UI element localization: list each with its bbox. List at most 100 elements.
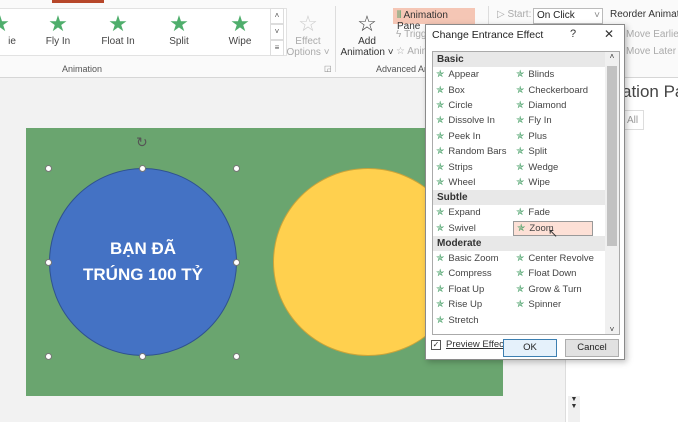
effect-label: Wheel bbox=[448, 176, 476, 188]
rotate-handle-icon[interactable]: ↻ bbox=[136, 134, 148, 151]
gallery-item[interactable]: ★ie bbox=[0, 12, 30, 48]
effect-star-icon: ✯ bbox=[516, 253, 525, 265]
preview-label: Preview Effect bbox=[446, 339, 507, 350]
scroll-thumb[interactable] bbox=[607, 66, 617, 246]
effect-item[interactable]: ✯ Appear bbox=[433, 67, 513, 82]
resize-handle[interactable] bbox=[45, 353, 52, 360]
shape-text: TRÚNG 100 TỶ bbox=[83, 265, 203, 284]
gallery-fly-in[interactable]: ★ Fly In bbox=[28, 12, 88, 48]
effect-row: ✯ Expand ✯ Fade bbox=[433, 205, 619, 220]
chevron-down-icon[interactable]: ▼ bbox=[568, 403, 580, 410]
chevron-up-icon[interactable]: ˄ bbox=[605, 52, 619, 61]
effect-item[interactable]: ✯ Fade bbox=[513, 205, 593, 220]
scrollbar[interactable]: ˄ ˅ bbox=[605, 52, 619, 334]
effect-item[interactable]: ✯ Plus bbox=[513, 129, 593, 144]
effect-item[interactable]: ✯ Swivel bbox=[433, 221, 513, 236]
effect-star-icon: ✯ bbox=[436, 130, 445, 142]
dialog-launcher-icon[interactable]: ◲ bbox=[324, 64, 332, 73]
gallery-label: Fly In bbox=[45, 36, 71, 47]
effect-item[interactable]: ✯ Expand bbox=[433, 205, 513, 220]
effect-item[interactable]: ✯ Box bbox=[433, 82, 513, 97]
effect-item[interactable]: ✯ Split bbox=[513, 144, 593, 159]
cancel-button[interactable]: Cancel bbox=[565, 339, 619, 357]
change-entrance-effect-dialog: Change Entrance Effect ? ✕ Basic ✯ Appear ✯… bbox=[425, 24, 625, 360]
effect-item[interactable]: ✯ Stretch bbox=[433, 312, 513, 327]
animation-pane-button[interactable]: ⫴ Animation Pane bbox=[393, 8, 475, 32]
effect-row: ✯ Appear ✯ Blinds bbox=[433, 67, 619, 82]
resize-handle[interactable] bbox=[139, 165, 146, 172]
effect-label: Rise Up bbox=[448, 299, 483, 311]
effect-item[interactable]: ✯ Wipe bbox=[513, 175, 593, 190]
move-earlier-button[interactable]: Move Earlier bbox=[626, 29, 678, 40]
effect-star-icon: ✯ bbox=[436, 99, 445, 111]
close-button[interactable]: ✕ bbox=[604, 27, 614, 41]
effect-star-icon: ✯ bbox=[436, 283, 445, 295]
play-icon: ▷ bbox=[497, 9, 508, 20]
effect-item[interactable]: ✯ Grow & Turn bbox=[513, 282, 593, 297]
effect-item[interactable]: ✯ Circle bbox=[433, 98, 513, 113]
divider bbox=[335, 6, 336, 72]
scrollbar[interactable]: ▼ ▼ bbox=[568, 396, 580, 422]
animation-painter-button[interactable]: ☆ Anin bbox=[396, 46, 427, 57]
resize-handle[interactable] bbox=[233, 165, 240, 172]
effect-star-icon: ✯ bbox=[436, 146, 445, 158]
effect-item[interactable]: ✯ Basic Zoom bbox=[433, 251, 513, 266]
effect-star-icon: ✯ bbox=[436, 222, 445, 234]
trigger-label: Trigg bbox=[404, 29, 427, 40]
blue-circle-shape[interactable]: BẠN ĐÃ TRÚNG 100 TỶ bbox=[49, 168, 237, 356]
start-select[interactable]: On Click ˅ bbox=[533, 8, 603, 24]
checkbox-icon[interactable]: ✓ bbox=[431, 339, 441, 350]
help-button[interactable]: ? bbox=[570, 28, 576, 40]
resize-handle[interactable] bbox=[45, 259, 52, 266]
effect-item[interactable]: ✯ Center Revolve bbox=[513, 251, 594, 266]
chevron-down-icon[interactable]: ˅ bbox=[605, 325, 619, 334]
chevron-up-icon[interactable]: ˄ bbox=[270, 8, 284, 24]
effect-item[interactable]: ✯ Wedge bbox=[513, 159, 593, 174]
effect-item[interactable]: ✯ Random Bars bbox=[433, 144, 513, 159]
effect-item[interactable]: ✯ Rise Up bbox=[433, 297, 513, 312]
gallery-label: ie bbox=[8, 36, 16, 47]
resize-handle[interactable] bbox=[139, 353, 146, 360]
chevron-down-icon[interactable]: ▼ bbox=[568, 396, 580, 403]
effect-star-icon: ✯ bbox=[516, 130, 525, 142]
preview-effect-checkbox[interactable]: ✓ Preview Effect bbox=[431, 339, 507, 350]
resize-handle[interactable] bbox=[233, 259, 240, 266]
play-all-button[interactable]: All bbox=[622, 110, 644, 130]
gallery-scroll[interactable]: ˄ ˅ ≡ bbox=[270, 8, 284, 56]
more-icon[interactable]: ≡ bbox=[270, 40, 284, 56]
resize-handle[interactable] bbox=[45, 165, 52, 172]
gallery-float-in[interactable]: ★ Float In bbox=[88, 12, 148, 48]
effect-options-label: Options ˅ bbox=[286, 47, 330, 58]
chevron-down-icon: ˅ bbox=[594, 10, 600, 21]
ok-button[interactable]: OK bbox=[503, 339, 557, 357]
effect-star-icon: ✯ bbox=[436, 176, 445, 188]
effect-row: ✯ Wheel ✯ Wipe bbox=[433, 175, 619, 190]
effect-row: ✯ Stretch bbox=[433, 312, 619, 327]
effect-item[interactable]: ✯ Compress bbox=[433, 266, 513, 281]
effect-row: ✯ Swivel ✯ Zoom bbox=[433, 220, 619, 236]
start-text: Start: bbox=[507, 9, 532, 20]
effect-item[interactable]: ✯ Checkerboard bbox=[513, 82, 593, 97]
effect-item[interactable]: ✯ Spinner bbox=[513, 297, 593, 312]
effect-label: Basic Zoom bbox=[448, 253, 499, 265]
painter-icon: ☆ bbox=[396, 46, 408, 57]
add-animation-button[interactable]: ☆ Add Animation ˅ bbox=[340, 12, 394, 59]
effect-item[interactable]: ✯ Diamond bbox=[513, 98, 593, 113]
effect-options-icon: ☆ bbox=[298, 11, 318, 36]
effect-item[interactable]: ✯ Peek In bbox=[433, 129, 513, 144]
effect-item[interactable]: ✯ Strips bbox=[433, 159, 513, 174]
gallery-split[interactable]: ★ Split bbox=[149, 12, 209, 48]
effect-item[interactable]: ✯ Blinds bbox=[513, 67, 593, 82]
chevron-down-icon[interactable]: ˅ bbox=[270, 24, 284, 40]
gallery-wipe[interactable]: ★ Wipe bbox=[210, 12, 270, 48]
effect-item[interactable]: ✯ Float Up bbox=[433, 282, 513, 297]
effect-item[interactable]: ✯ Dissolve In bbox=[433, 113, 513, 128]
trigger-button[interactable]: ϟ Trigg bbox=[396, 29, 427, 40]
effect-item[interactable]: ✯ Float Down bbox=[513, 266, 593, 281]
effect-item[interactable]: ✯ Wheel bbox=[433, 175, 513, 190]
resize-handle[interactable] bbox=[233, 353, 240, 360]
effect-label: Fade bbox=[528, 207, 551, 219]
effect-item[interactable]: ✯ Fly In bbox=[513, 113, 593, 128]
move-later-button[interactable]: Move Later bbox=[626, 46, 676, 57]
effect-options-button[interactable]: ☆ Effect Options ˅ bbox=[286, 11, 330, 59]
